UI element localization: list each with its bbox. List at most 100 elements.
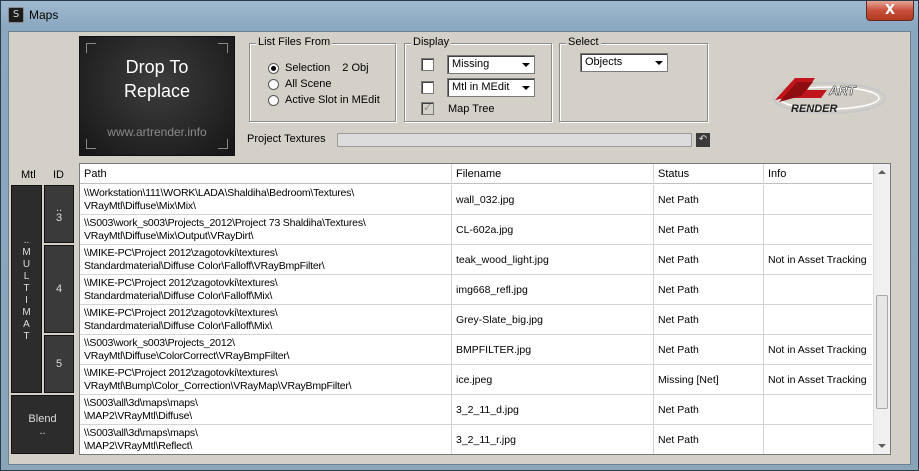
id-cell-inner: .. 3 — [45, 186, 73, 242]
close-button[interactable]: X — [866, 1, 914, 21]
display-mtl-checkbox[interactable] — [421, 81, 434, 94]
table-row[interactable]: \\MIKE-PC\Project 2012\zagotovki\texture… — [80, 245, 872, 275]
radio-button[interactable] — [268, 78, 279, 90]
display-missing-checkbox[interactable] — [421, 58, 434, 71]
mtl-letter: U — [22, 259, 31, 270]
vertical-scrollbar[interactable] — [873, 164, 890, 454]
cell-path: \\S003\work_s003\Projects_2012\ VRayMtl\… — [80, 335, 452, 365]
scroll-down-icon[interactable] — [878, 444, 886, 448]
chevron-down-icon — [655, 61, 663, 65]
header-info[interactable]: Info — [764, 164, 874, 184]
select-group: Select Objects — [559, 36, 708, 122]
mtl-letter: L — [23, 271, 30, 282]
list-files-from-group: List Files From Selection 2 Obj All Scen… — [249, 36, 396, 122]
corner-mark-icon — [86, 43, 96, 53]
radio-label: Selection — [285, 62, 331, 74]
cell-info — [764, 215, 874, 245]
cell-path: \\MIKE-PC\Project 2012\zagotovki\texture… — [80, 365, 452, 395]
scroll-up-icon[interactable] — [878, 170, 886, 174]
map-tree-checkbox[interactable] — [421, 101, 434, 115]
cell-path: \\S003\all\3d\maps\maps\ \MAP2\VRayMtl\R… — [80, 425, 452, 454]
cell-filename: ice.jpeg — [452, 365, 654, 395]
cell-info — [764, 395, 874, 425]
display-mtl-dropdown[interactable]: Mtl in MEdit — [447, 78, 535, 97]
project-textures-field[interactable] — [337, 133, 692, 147]
dropdown-value: Mtl in MEdit — [452, 81, 510, 93]
cell-info — [764, 305, 874, 335]
window-title: Maps — [29, 8, 59, 22]
mtl-letter: T — [23, 283, 30, 294]
corner-mark-icon — [218, 139, 228, 149]
table-row[interactable]: \\Workstation\111\WORK\LADA\Shaldiha\Bed… — [80, 185, 872, 215]
chevron-down-icon — [522, 86, 530, 90]
title-bar[interactable]: S Maps X — [1, 1, 918, 29]
cell-filename: CL-602a.jpg — [452, 215, 654, 245]
material-blend[interactable]: Blend .. — [11, 395, 74, 454]
cell-path: \\MIKE-PC\Project 2012\zagotovki\texture… — [80, 275, 452, 305]
display-missing-dropdown[interactable]: Missing — [447, 55, 535, 74]
cell-status: Net Path — [654, 275, 764, 305]
corner-mark-icon — [86, 139, 96, 149]
cell-filename: 3_2_11_d.jpg — [452, 395, 654, 425]
cell-path: \\S003\work_s003\Projects_2012\Project 7… — [80, 215, 452, 245]
table-row[interactable]: \\S003\work_s003\Projects_2012\ VRayMtl\… — [80, 335, 872, 365]
cell-filename: wall_032.jpg — [452, 185, 654, 215]
cell-filename: 3_2_11_r.jpg — [452, 425, 654, 454]
project-textures-label: Project Textures — [247, 133, 326, 145]
mtl-letter: A — [23, 319, 30, 330]
header-status[interactable]: Status — [654, 164, 764, 184]
mtl-letter: M — [22, 307, 31, 318]
cell-filename: img668_refl.jpg — [452, 275, 654, 305]
mtl-column-header: Mtl — [21, 169, 36, 181]
back-arrow-icon[interactable]: ↶ — [696, 133, 710, 147]
radio-all-scene[interactable]: All Scene — [268, 77, 331, 91]
artrender-logo: ART RENDER — [767, 68, 887, 118]
id-cell-4[interactable]: 4 — [44, 245, 74, 333]
header-filename[interactable]: Filename — [452, 164, 654, 184]
header-path[interactable]: Path — [80, 164, 452, 184]
blend-label: Blend — [28, 412, 57, 425]
table-row[interactable]: \\MIKE-PC\Project 2012\zagotovki\texture… — [80, 305, 872, 335]
selection-count: 2 Obj — [342, 62, 369, 74]
id-value: 4 — [55, 283, 63, 295]
id-cell-3[interactable]: .. 3 — [44, 185, 74, 243]
cell-info: Not in Asset Tracking — [768, 254, 867, 266]
cell-status: Net Path — [654, 185, 764, 215]
cell-filename: teak_wood_light.jpg — [452, 245, 654, 275]
drop-label-line2: Replace — [123, 81, 191, 101]
maps-table[interactable]: Path Filename Status Info \\Workstation\… — [79, 163, 891, 455]
dropdown-value: Missing — [452, 58, 490, 70]
select-dropdown[interactable]: Objects — [580, 53, 668, 72]
mtl-letter: M — [22, 247, 31, 258]
id-column-header: ID — [53, 169, 64, 181]
table-row[interactable]: \\S003\work_s003\Projects_2012\Project 7… — [80, 215, 872, 245]
radio-button[interactable] — [268, 62, 279, 74]
table-row[interactable]: \\S003\all\3d\maps\maps\ \MAP2\VRayMtl\R… — [80, 425, 872, 454]
table-row[interactable]: \\MIKE-PC\Project 2012\zagotovki\texture… — [80, 275, 872, 305]
id-cell-5[interactable]: 5 — [44, 335, 74, 393]
radio-label: All Scene — [285, 78, 332, 90]
material-multimat[interactable]: .. MULTIMAT — [11, 185, 42, 393]
dialog-client: Drop To Replace www.artrender.info List … — [8, 31, 911, 465]
maps-window: S Maps X Drop To Replace www.artrender.i… — [0, 0, 919, 471]
cell-filename: Grey-Slate_big.jpg — [452, 305, 654, 335]
radio-active-slot[interactable]: Active Slot in MEdit — [268, 93, 380, 107]
id-value: 3 — [55, 212, 63, 224]
group-title: List Files From — [256, 36, 333, 48]
table-row[interactable]: \\MIKE-PC\Project 2012\zagotovki\texture… — [80, 365, 872, 395]
cell-status: Net Path — [654, 305, 764, 335]
radio-selection[interactable]: Selection 2 Obj — [268, 61, 369, 75]
drop-label: Drop To Replace — [80, 55, 234, 103]
scroll-thumb[interactable] — [876, 295, 888, 409]
cell-status: Missing [Net] — [654, 365, 764, 395]
cell-filename: BMPFILTER.jpg — [452, 335, 654, 365]
cell-status: Net Path — [654, 395, 764, 425]
id-cell-inner: 5 — [45, 336, 73, 392]
table-row[interactable]: \\S003\all\3d\maps\maps\ \MAP2\VRayMtl\D… — [80, 395, 872, 425]
mtl-marker: .. — [23, 235, 30, 246]
drop-label-line1: Drop To — [125, 57, 189, 77]
cell-info — [764, 185, 874, 215]
radio-button[interactable] — [268, 94, 279, 106]
drop-to-replace-zone[interactable]: Drop To Replace www.artrender.info — [79, 36, 235, 156]
cell-path: \\MIKE-PC\Project 2012\zagotovki\texture… — [80, 305, 452, 335]
